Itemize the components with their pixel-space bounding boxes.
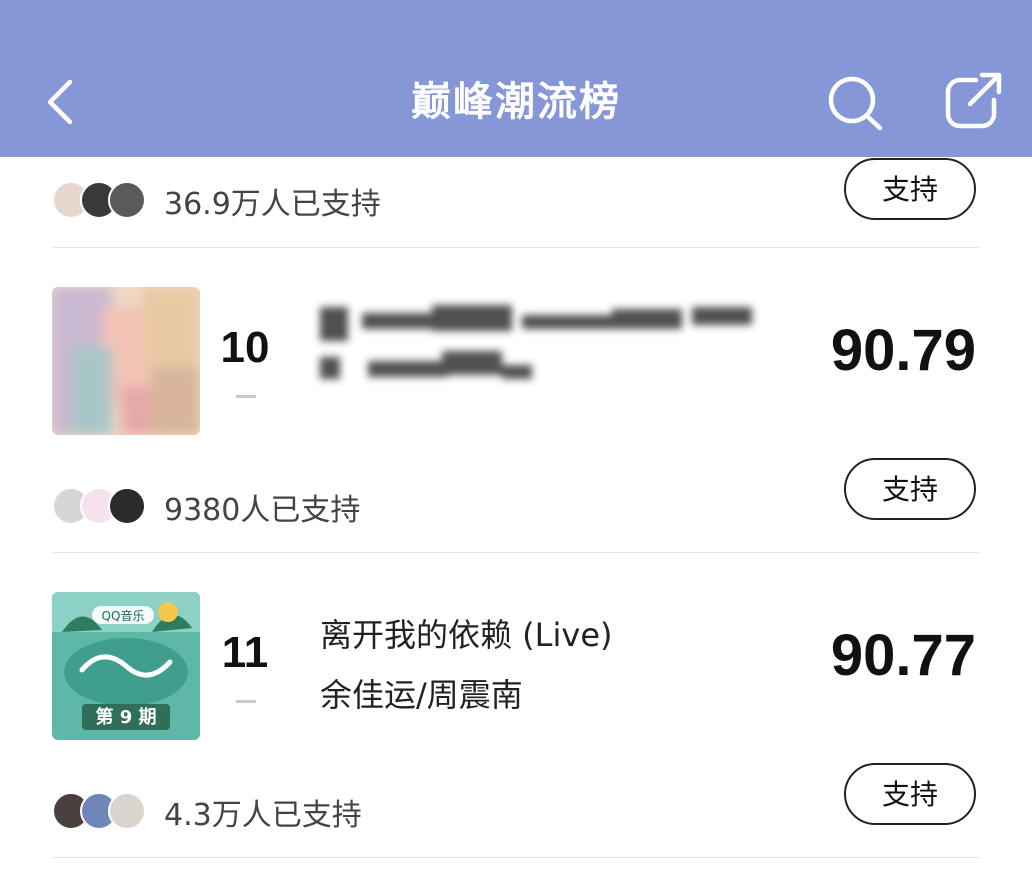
rank-number: 11: [221, 628, 269, 677]
search-icon[interactable]: [820, 70, 890, 134]
divider: [52, 552, 980, 553]
support-button[interactable]: 支持: [844, 158, 976, 220]
avatar: [108, 792, 146, 830]
cover-brand: QQ音乐: [102, 608, 145, 623]
score: 90.79: [830, 318, 976, 383]
song-item[interactable]: 第 9 期 QQ音乐 11 离开我的依赖 (Live) 余佳运/周震南 90.7…: [52, 592, 982, 742]
support-row: 36.9万人已支持 支持: [52, 158, 982, 241]
ranking-list[interactable]: 36.9万人已支持 支持 10 90.79 9380人已支持 支持 第 9 期 …: [0, 157, 1032, 883]
cover-episode: 第 9 期: [95, 706, 156, 728]
divider: [52, 247, 980, 248]
support-button[interactable]: 支持: [844, 763, 976, 825]
album-cover-image: 第 9 期 QQ音乐: [52, 592, 200, 740]
divider: [52, 857, 980, 858]
rank-trend-flat-icon: [236, 700, 256, 703]
album-cover-image: [52, 287, 200, 435]
score: 90.77: [830, 623, 976, 688]
support-count: 36.9万人已支持: [164, 187, 381, 222]
support-count: 9380人已支持: [164, 493, 361, 528]
song-item[interactable]: 10 90.79: [52, 287, 982, 437]
avatar: [108, 181, 146, 219]
top-nav-bar: 巅峰潮流榜: [0, 0, 1032, 157]
song-artist[interactable]: 余佳运/周震南: [320, 670, 523, 716]
rank-trend-flat-icon: [236, 395, 256, 398]
support-row: 9380人已支持 支持: [52, 458, 982, 547]
share-icon[interactable]: [938, 68, 1008, 134]
support-button[interactable]: 支持: [844, 458, 976, 520]
obscured-song-info: [320, 305, 752, 379]
support-count: 4.3万人已支持: [164, 798, 362, 833]
song-title[interactable]: 离开我的依赖 (Live): [320, 610, 613, 656]
support-row: 4.3万人已支持 支持: [52, 763, 982, 852]
rank-number: 10: [220, 323, 270, 372]
album-cover: 第 9 期 QQ音乐: [52, 592, 200, 740]
avatar: [108, 487, 146, 525]
album-cover: [52, 287, 200, 435]
